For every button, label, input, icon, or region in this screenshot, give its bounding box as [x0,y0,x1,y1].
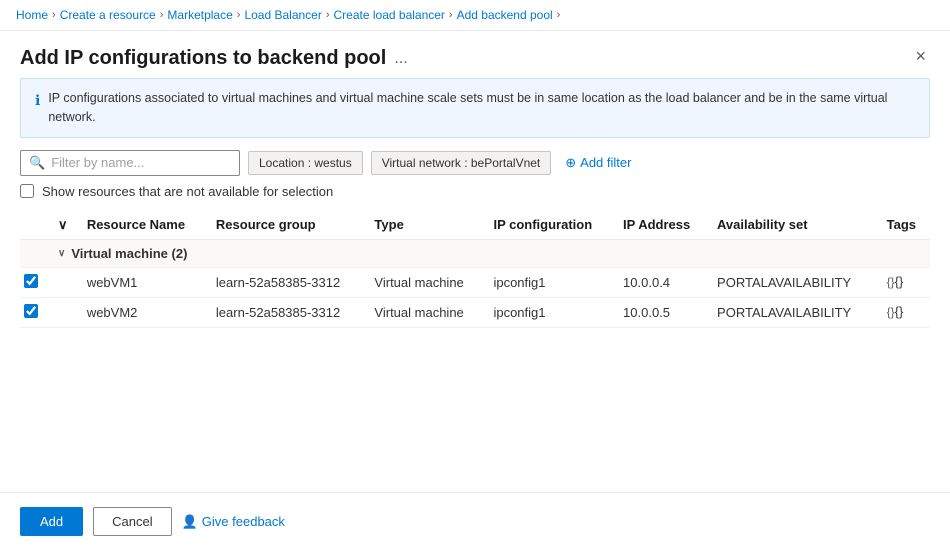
info-text: IP configurations associated to virtual … [48,89,915,127]
table-row: webVM1 learn-52a58385-3312 Virtual machi… [20,267,930,297]
group-row-vm: ∨ Virtual machine (2) [20,239,930,267]
breadcrumb-load-balancer[interactable]: Load Balancer [244,8,321,22]
panel-more-options[interactable]: ... [394,50,407,68]
group-chevron[interactable]: ∨ [58,248,65,259]
row2-cb-cell [20,297,50,327]
panel-header: Add IP configurations to backend pool ..… [0,31,950,78]
vnet-filter-tag[interactable]: Virtual network : bePortalVnet [371,151,552,175]
resource-group-sort[interactable]: Resource group [216,217,359,232]
resource-name-sort[interactable]: Resource Name [87,217,200,232]
row2-availability: PORTALAVAILABILITY [709,297,879,327]
ipconfig-sort[interactable]: IP configuration [493,217,607,232]
row2-name: webVM2 [79,297,208,327]
row2-group: learn-52a58385-3312 [208,297,367,327]
breadcrumb-sep-4: › [449,9,453,21]
feedback-label: Give feedback [202,514,285,529]
feedback-button[interactable]: 👤 Give feedback [182,514,285,530]
search-icon: 🔍 [29,155,45,171]
filter-input-wrap[interactable]: 🔍 [20,150,240,176]
footer: Add Cancel 👤 Give feedback [0,492,950,550]
add-filter-label: Add filter [580,155,631,170]
group-title: Virtual machine (2) [71,246,187,261]
show-unavailable-label: Show resources that are not available fo… [42,184,333,199]
th-expand: ∨ [50,211,79,240]
row1-ipconfig: ipconfig1 [485,267,615,297]
expand-sort[interactable]: ∨ [58,217,71,233]
table-row: webVM2 learn-52a58385-3312 Virtual machi… [20,297,930,327]
breadcrumb-sep-5: › [557,9,561,21]
row2-checkbox[interactable] [24,304,38,318]
th-ipconfig[interactable]: IP configuration [485,211,615,240]
th-resource-name[interactable]: Resource Name [79,211,208,240]
breadcrumb-sep-0: › [52,9,56,21]
th-type[interactable]: Type [366,211,485,240]
th-resource-group[interactable]: Resource group [208,211,367,240]
close-button[interactable]: × [911,47,930,65]
show-unavailable-row: Show resources that are not available fo… [0,184,950,211]
show-unavailable-checkbox[interactable] [20,184,34,198]
row2-ipaddress: 10.0.0.5 [615,297,709,327]
feedback-icon: 👤 [182,514,198,530]
location-filter-tag[interactable]: Location : westus [248,151,363,175]
tags-sort[interactable]: Tags [887,217,922,232]
breadcrumb-home[interactable]: Home [16,8,48,22]
row1-tags-icon[interactable]: {} [887,274,905,290]
ipaddress-sort[interactable]: IP Address [623,217,701,232]
row1-name: webVM1 [79,267,208,297]
availability-sort[interactable]: Availability set [717,217,871,232]
funnel-icon: ⊕ [565,155,576,171]
row2-tags[interactable]: {} [879,297,930,327]
filter-input[interactable] [51,155,231,170]
filter-bar: 🔍 Location : westus Virtual network : be… [0,150,950,184]
panel-title-row: Add IP configurations to backend pool ..… [20,47,408,70]
row2-ipconfig: ipconfig1 [485,297,615,327]
panel-title: Add IP configurations to backend pool [20,47,386,70]
table-header-row: ∨ Resource Name Resource group Type IP c… [20,211,930,240]
row1-checkbox[interactable] [24,274,38,288]
group-cb-cell [20,239,50,267]
breadcrumb-marketplace[interactable]: Marketplace [167,8,232,22]
row1-cb-cell [20,267,50,297]
row2-tags-icon[interactable]: {} [887,304,905,320]
cancel-button[interactable]: Cancel [93,507,171,536]
th-select [20,211,50,240]
add-filter-button[interactable]: ⊕ Add filter [559,151,637,175]
th-ipaddress[interactable]: IP Address [615,211,709,240]
info-icon: ℹ [35,90,40,111]
info-banner: ℹ IP configurations associated to virtua… [20,78,930,138]
breadcrumb-create-lb[interactable]: Create load balancer [334,8,445,22]
type-sort[interactable]: Type [374,217,477,232]
breadcrumb-sep-1: › [160,9,164,21]
row1-tags[interactable]: {} [879,267,930,297]
th-tags[interactable]: Tags [879,211,930,240]
breadcrumb-create-resource[interactable]: Create a resource [60,8,156,22]
th-availability[interactable]: Availability set [709,211,879,240]
row1-group: learn-52a58385-3312 [208,267,367,297]
row1-ipaddress: 10.0.0.4 [615,267,709,297]
row1-type: Virtual machine [366,267,485,297]
breadcrumb-add-backend-pool[interactable]: Add backend pool [457,8,553,22]
breadcrumb-sep-3: › [326,9,330,21]
breadcrumb: Home › Create a resource › Marketplace ›… [0,0,950,31]
row2-type: Virtual machine [366,297,485,327]
add-button[interactable]: Add [20,507,83,536]
resources-table: ∨ Resource Name Resource group Type IP c… [20,211,930,328]
table-wrap: ∨ Resource Name Resource group Type IP c… [0,211,950,328]
row2-expand-cell [50,297,79,327]
row1-expand-cell [50,267,79,297]
group-label-cell: ∨ Virtual machine (2) [50,239,930,267]
breadcrumb-sep-2: › [237,9,241,21]
row1-availability: PORTALAVAILABILITY [709,267,879,297]
group-label: ∨ Virtual machine (2) [58,246,922,261]
